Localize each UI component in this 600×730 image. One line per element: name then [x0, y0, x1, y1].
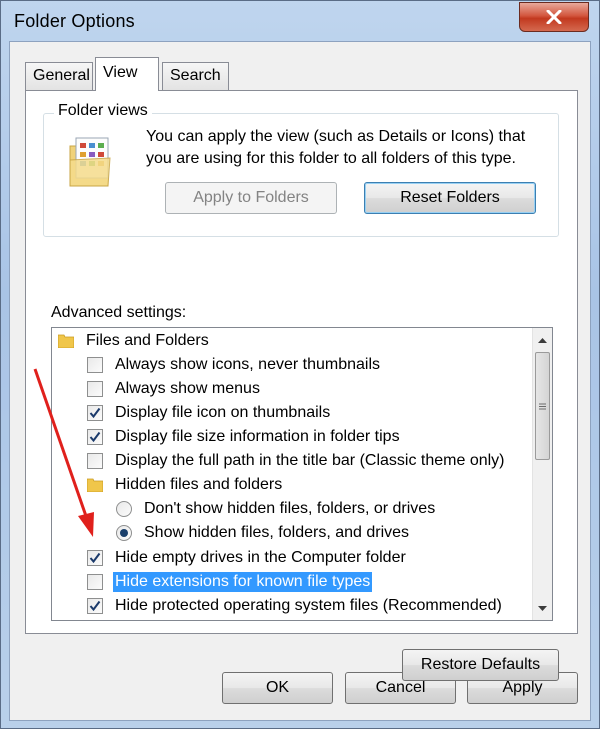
vertical-scrollbar[interactable]: [532, 328, 552, 620]
list-item[interactable]: Always show menus: [87, 377, 262, 401]
checkbox[interactable]: [87, 574, 103, 590]
radio-dot: [120, 529, 128, 537]
checkbox[interactable]: [87, 357, 103, 373]
tab-view[interactable]: View: [95, 57, 159, 91]
dialog-client-area: General View Search Folder views You can…: [9, 41, 591, 721]
list-item-label: Show hidden files, folders, and drives: [144, 524, 410, 541]
scroll-up-icon: [538, 337, 547, 343]
checkbox[interactable]: [87, 429, 103, 445]
advanced-settings-list[interactable]: Files and Folders Always show icons, nev…: [51, 327, 553, 621]
tab-label: General: [33, 67, 90, 84]
close-icon: [546, 10, 562, 24]
list-item[interactable]: Display file icon on thumbnails: [87, 401, 332, 425]
list-item[interactable]: Don't show hidden files, folders, or dri…: [116, 497, 437, 521]
list-item-label: Display file size information in folder …: [115, 428, 400, 445]
checkbox[interactable]: [87, 550, 103, 566]
checkbox[interactable]: [87, 405, 103, 421]
list-item-label: Always show icons, never thumbnails: [115, 356, 381, 373]
advanced-settings-label: Advanced settings:: [51, 304, 187, 321]
list-item-label: Display the full path in the title bar (…: [115, 452, 505, 469]
list-item-label: Hide empty drives in the Computer folder: [115, 549, 406, 566]
list-item-label: Hide extensions for known file types: [113, 572, 373, 592]
tab-search[interactable]: Search: [162, 62, 229, 90]
folder-options-window: Folder Options General View Search Folde…: [0, 0, 600, 729]
folder-icon: [58, 334, 74, 348]
tree-label: Hidden files and folders: [115, 476, 283, 493]
list-item[interactable]: Hide protected operating system files (R…: [87, 594, 504, 618]
tab-label: Search: [170, 67, 221, 84]
list-item-selected[interactable]: Hide extensions for known file types: [87, 570, 373, 594]
list-item-label: Don't show hidden files, folders, or dri…: [144, 500, 436, 517]
reset-folders-button[interactable]: Reset Folders: [364, 182, 536, 214]
close-button[interactable]: [519, 2, 589, 32]
checkmark-icon: [89, 600, 101, 612]
apply-to-folders-button[interactable]: Apply to Folders: [165, 182, 337, 214]
tree-group-files-and-folders: Files and Folders: [58, 329, 211, 353]
checkmark-icon: [89, 552, 101, 564]
list-item[interactable]: Hide empty drives in the Computer folder: [87, 546, 408, 570]
folder-views-icon: [69, 137, 111, 187]
title-bar: Folder Options: [1, 1, 599, 43]
scroll-down-button[interactable]: [533, 598, 552, 618]
restore-defaults-button[interactable]: Restore Defaults: [402, 649, 559, 681]
ok-button[interactable]: OK: [222, 672, 333, 704]
list-item-label: Hide protected operating system files (R…: [115, 597, 502, 614]
checkmark-icon: [89, 431, 101, 443]
window-title: Folder Options: [14, 11, 135, 31]
folder-icon: [87, 478, 103, 492]
tree-label: Files and Folders: [86, 332, 209, 349]
tab-label: View: [103, 64, 138, 81]
folder-views-description: You can apply the view (such as Details …: [146, 128, 526, 167]
view-tab-panel: Folder views You can apply the view (suc…: [25, 90, 578, 681]
radio-button[interactable]: [116, 501, 132, 517]
tab-general[interactable]: General: [25, 62, 93, 90]
list-item[interactable]: Show hidden files, folders, and drives: [116, 521, 411, 545]
scroll-thumb[interactable]: [535, 352, 550, 460]
checkbox[interactable]: [87, 598, 103, 614]
list-item-label: Display file icon on thumbnails: [115, 404, 331, 421]
list-item[interactable]: Always show icons, never thumbnails: [87, 353, 382, 377]
checkmark-icon: [89, 407, 101, 419]
tree-group-hidden-files: Hidden files and folders: [87, 473, 284, 497]
checkbox[interactable]: [87, 381, 103, 397]
folder-views-group: Folder views You can apply the view (suc…: [43, 102, 559, 237]
checkbox[interactable]: [87, 453, 103, 469]
scroll-down-icon: [538, 605, 547, 611]
folder-views-title: Folder views: [54, 102, 152, 120]
scroll-up-button[interactable]: [533, 330, 552, 350]
grip-icon: [539, 403, 546, 409]
list-item[interactable]: Display the full path in the title bar (…: [87, 449, 507, 473]
list-item-label: Always show menus: [115, 380, 260, 397]
radio-button[interactable]: [116, 525, 132, 541]
list-item[interactable]: Display file size information in folder …: [87, 425, 402, 449]
